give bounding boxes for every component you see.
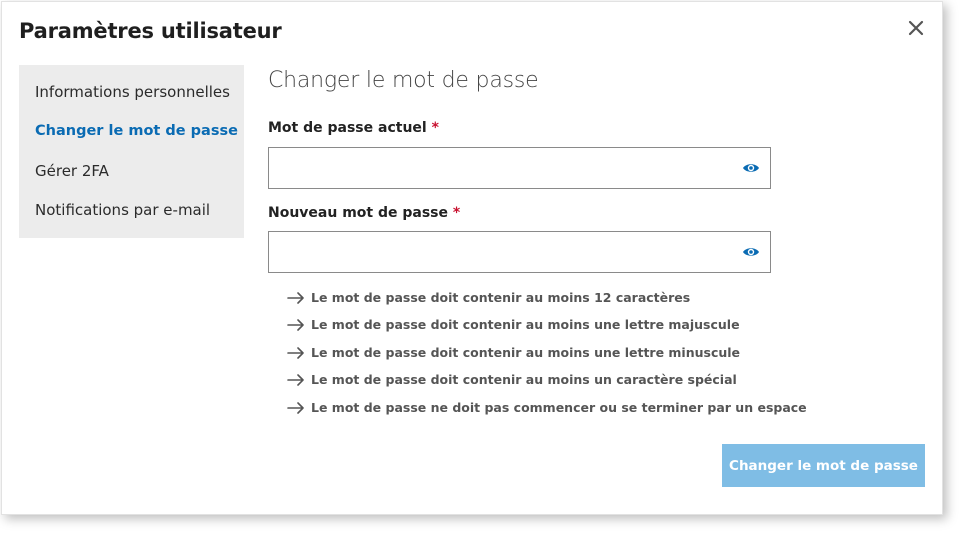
current-password-field [268, 147, 771, 189]
close-button[interactable] [904, 16, 928, 40]
settings-dialog: Paramètres utilisateur Informations pers… [1, 1, 943, 515]
password-rule: Le mot de passe ne doit pas commencer ou… [287, 400, 807, 415]
password-rule: Le mot de passe doit contenir au moins 1… [287, 290, 690, 305]
settings-sidebar: Informations personnelles Changer le mot… [19, 65, 244, 238]
sidebar-item-change-password[interactable]: Changer le mot de passe [35, 123, 238, 139]
eye-icon[interactable] [742, 244, 760, 260]
sidebar-item-email-notifications[interactable]: Notifications par e-mail [35, 201, 210, 219]
close-icon [908, 20, 924, 36]
arrow-right-icon [287, 401, 304, 414]
new-password-label: Nouveau mot de passe * [268, 205, 460, 221]
current-password-label-text: Mot de passe actuel [268, 120, 427, 136]
password-rule: Le mot de passe doit contenir au moins u… [287, 372, 737, 387]
arrow-right-icon [287, 291, 304, 304]
current-password-label: Mot de passe actuel * [268, 120, 439, 136]
new-password-input[interactable] [269, 232, 729, 272]
change-password-button[interactable]: Changer le mot de passe [722, 444, 925, 487]
new-password-field [268, 231, 771, 273]
current-password-input[interactable] [269, 148, 729, 188]
arrow-right-icon [287, 346, 304, 359]
required-mark: * [452, 205, 461, 221]
sidebar-item-personal-info[interactable]: Informations personnelles [35, 83, 230, 101]
eye-icon[interactable] [742, 160, 760, 176]
sidebar-item-manage-2fa[interactable]: Gérer 2FA [35, 162, 109, 180]
password-rule: Le mot de passe doit contenir au moins u… [287, 345, 740, 360]
password-rule-text: Le mot de passe doit contenir au moins u… [311, 317, 740, 332]
new-password-label-text: Nouveau mot de passe [268, 205, 449, 221]
arrow-right-icon [287, 318, 304, 331]
password-rule-text: Le mot de passe doit contenir au moins 1… [311, 290, 691, 305]
section-title: Changer le mot de passe [268, 68, 539, 93]
password-rule: Le mot de passe doit contenir au moins u… [287, 317, 740, 332]
password-rule-text: Le mot de passe doit contenir au moins u… [311, 372, 737, 387]
dialog-title: Paramètres utilisateur [19, 19, 282, 43]
password-rule-text: Le mot de passe doit contenir au moins u… [311, 345, 741, 360]
arrow-right-icon [287, 373, 304, 386]
password-rule-text: Le mot de passe ne doit pas commencer ou… [311, 400, 807, 415]
required-mark: * [431, 120, 439, 136]
